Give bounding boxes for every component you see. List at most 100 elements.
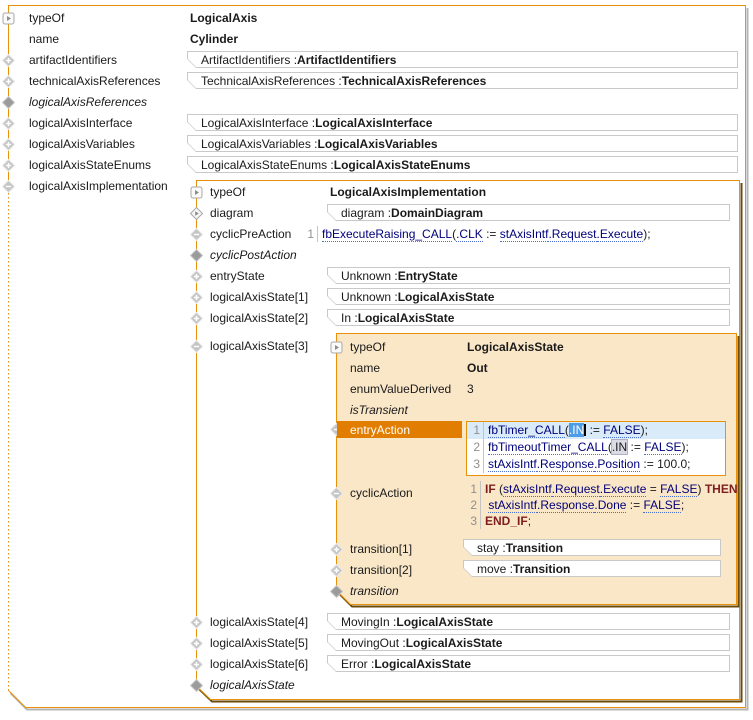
code-token[interactable]: ; xyxy=(528,514,531,528)
code-token[interactable]: ); xyxy=(641,423,648,437)
code-token[interactable]: := xyxy=(627,440,644,454)
code-token[interactable]: fbExecuteRaising_CALL xyxy=(322,227,452,242)
value-box-logicalAxisState-6[interactable]: Error : LogicalAxisState xyxy=(327,655,730,672)
diamond-solid-icon[interactable] xyxy=(190,679,203,692)
code-text[interactable]: fbTimer_CALL(.IN := FALSE); xyxy=(484,422,648,439)
value-name[interactable]: Out xyxy=(467,361,488,376)
diamond-plus-icon[interactable] xyxy=(190,291,203,304)
selected-token[interactable]: .IN xyxy=(569,423,584,437)
code-token[interactable]: := xyxy=(626,498,643,512)
diamond-plus-icon[interactable] xyxy=(330,564,343,577)
cyclic-pre-action-code[interactable]: 1fbExecuteRaising_CALL(.CLK := stAxisInt… xyxy=(301,226,651,242)
code-token[interactable]: .Request xyxy=(548,227,596,242)
code-token[interactable]: stAxisIntf xyxy=(488,457,537,472)
code-token[interactable]: .Response xyxy=(537,457,594,472)
value-box-logicalAxisState-5[interactable]: MovingOut : LogicalAxisState xyxy=(327,634,730,651)
value-typeOf[interactable]: LogicalAxis xyxy=(190,11,257,26)
value-box-logicalAxisStateEnums[interactable]: LogicalAxisStateEnums : LogicalAxisState… xyxy=(187,156,738,173)
code-token[interactable]: ( xyxy=(496,482,503,496)
value-box-transition-2[interactable]: move : Transition xyxy=(463,560,721,577)
code-token[interactable]: fbTimer_CALL xyxy=(488,423,565,438)
diamond-plus-icon[interactable] xyxy=(2,117,15,130)
value-enumValueDerived[interactable]: 3 xyxy=(467,382,474,397)
diamond-solid-icon[interactable] xyxy=(2,96,15,109)
cyclic-action-code[interactable]: 1IF (stAxisIntf.Request.Execute = FALSE)… xyxy=(464,481,738,529)
play-square-icon[interactable] xyxy=(190,186,203,199)
code-token[interactable]: stAxisIntf xyxy=(500,227,549,242)
code-token[interactable]: = xyxy=(646,482,660,496)
code-token[interactable]: .Execute xyxy=(597,227,644,242)
code-token[interactable]: FALSE xyxy=(644,440,681,455)
diamond-plus-icon[interactable] xyxy=(2,159,15,172)
code-token[interactable]: .Position xyxy=(594,457,640,472)
diamond-plus-icon[interactable] xyxy=(190,270,203,283)
value-typeOf[interactable]: LogicalAxisImplementation xyxy=(330,185,486,200)
code-text[interactable]: IF (stAxisIntf.Request.Execute = FALSE) … xyxy=(481,481,738,497)
keyword-token[interactable]: IF xyxy=(485,482,496,496)
code-token[interactable]: ; xyxy=(681,498,684,512)
code-text[interactable]: END_IF; xyxy=(481,513,531,529)
diamond-plus-icon[interactable] xyxy=(2,75,15,88)
selected-property-entryAction[interactable]: entryAction xyxy=(337,421,462,438)
code-token[interactable]: .Response xyxy=(537,498,594,513)
value-box-logicalAxisState-2[interactable]: In : LogicalAxisState xyxy=(327,309,730,326)
code-token[interactable]: FALSE xyxy=(643,498,680,513)
code-token[interactable]: .CLK xyxy=(456,227,483,242)
code-token[interactable]: .Execute xyxy=(600,482,647,497)
code-line[interactable]: 1IF (stAxisIntf.Request.Execute = FALSE)… xyxy=(464,481,738,497)
diamond-solid-icon[interactable] xyxy=(190,249,203,262)
code-token[interactable]: .IN xyxy=(612,440,627,454)
code-token[interactable]: := xyxy=(586,423,603,437)
keyword-token[interactable]: END_IF xyxy=(485,514,528,528)
diamond-minus-icon[interactable] xyxy=(190,228,203,241)
diamond-play-icon[interactable] xyxy=(190,207,203,220)
value-box-technicalAxisReferences[interactable]: TechnicalAxisReferences : TechnicalAxisR… xyxy=(187,72,738,89)
entry-action-code-editor[interactable]: 1fbTimer_CALL(.IN := FALSE); 2fbTimeoutT… xyxy=(466,421,726,476)
code-token[interactable]: FALSE xyxy=(603,423,640,438)
value-box-logicalAxisState-1[interactable]: Unknown : LogicalAxisState xyxy=(327,288,730,305)
code-token[interactable]: ); xyxy=(643,227,650,241)
value-box-diagram[interactable]: diagram : DomainDiagram xyxy=(327,204,730,221)
diamond-solid-icon[interactable] xyxy=(330,585,343,598)
play-square-icon[interactable] xyxy=(2,12,15,25)
diamond-minus-icon[interactable] xyxy=(2,180,15,193)
code-token[interactable]: .Request xyxy=(552,482,600,497)
value-box-logicalAxisVariables[interactable]: LogicalAxisVariables : LogicalAxisVariab… xyxy=(187,135,738,152)
value-box-entryState[interactable]: Unknown : EntryState xyxy=(327,267,730,284)
code-text[interactable]: stAxisIntf.Response.Done := FALSE; xyxy=(481,497,684,513)
code-line[interactable]: 1fbTimer_CALL(.IN := FALSE); xyxy=(467,422,725,439)
value-box-artifactIdentifiers[interactable]: ArtifactIdentifiers : ArtifactIdentifier… xyxy=(187,51,738,68)
code-line[interactable]: 2 stAxisIntf.Response.Done := FALSE; xyxy=(464,497,738,513)
diamond-plus-icon[interactable] xyxy=(190,312,203,325)
keyword-token[interactable]: THEN xyxy=(705,482,738,496)
diamond-minus-icon[interactable] xyxy=(190,340,203,353)
value-typeOf[interactable]: LogicalAxisState xyxy=(467,340,564,355)
code-line[interactable]: 1fbExecuteRaising_CALL(.CLK := stAxisInt… xyxy=(301,226,651,242)
play-square-icon[interactable] xyxy=(330,341,343,354)
value-name[interactable]: Cylinder xyxy=(190,32,238,47)
value-box-transition-1[interactable]: stay : Transition xyxy=(463,539,721,556)
code-text[interactable]: stAxisIntf.Response.Position := 100.0; xyxy=(484,456,690,473)
code-token[interactable]: ); xyxy=(682,440,689,454)
code-line[interactable]: 3stAxisIntf.Response.Position := 100.0; xyxy=(467,456,725,473)
code-token[interactable]: .Done xyxy=(594,498,626,513)
code-text[interactable]: fbExecuteRaising_CALL(.CLK := stAxisIntf… xyxy=(318,226,651,242)
code-text[interactable]: fbTimeoutTimer_CALL(.IN := FALSE); xyxy=(484,439,689,456)
code-token[interactable]: fbTimeoutTimer_CALL xyxy=(488,440,608,455)
code-line[interactable]: 2fbTimeoutTimer_CALL(.IN := FALSE); xyxy=(467,439,725,456)
diamond-plus-icon[interactable] xyxy=(190,637,203,650)
diamond-plus-icon[interactable] xyxy=(190,658,203,671)
diamond-plus-icon[interactable] xyxy=(330,543,343,556)
code-token[interactable]: FALSE xyxy=(660,482,697,497)
diamond-plus-icon[interactable] xyxy=(2,54,15,67)
code-token[interactable]: stAxisIntf xyxy=(503,482,552,497)
diamond-plus-icon[interactable] xyxy=(190,616,203,629)
diamond-minus-icon[interactable] xyxy=(330,487,343,500)
code-token[interactable]: ) xyxy=(697,482,704,496)
value-box-logicalAxisState-4[interactable]: MovingIn : LogicalAxisState xyxy=(327,613,730,630)
value-box-logicalAxisInterface[interactable]: LogicalAxisInterface : LogicalAxisInterf… xyxy=(187,114,738,131)
code-token[interactable]: := 100.0; xyxy=(640,457,690,471)
code-token[interactable]: := xyxy=(483,227,500,241)
diamond-plus-icon[interactable] xyxy=(2,138,15,151)
code-token[interactable]: stAxisIntf xyxy=(488,498,537,513)
